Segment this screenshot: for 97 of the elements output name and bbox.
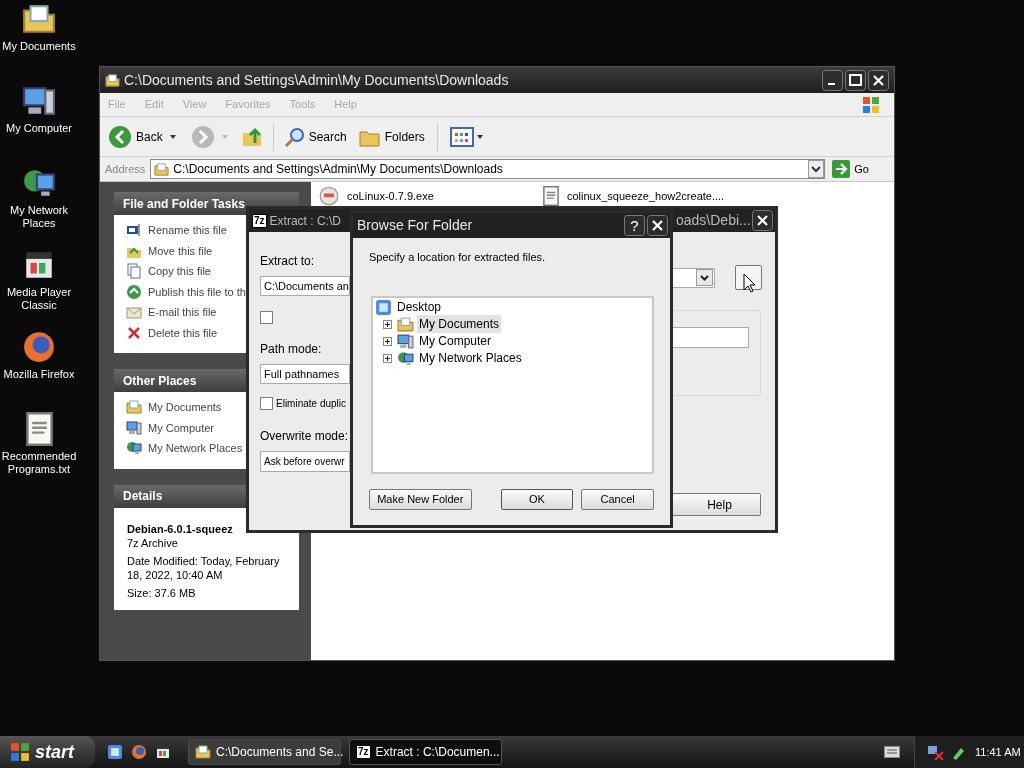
network-globe-icon	[397, 349, 414, 367]
computer-icon	[22, 84, 56, 118]
notepad-icon	[25, 412, 53, 446]
firefox-icon	[131, 744, 147, 760]
window-title: C:\Documents and Settings\Admin\My Documents\Downloads	[124, 70, 510, 90]
app-logo-icon: 7z	[252, 213, 267, 228]
taskbar-button[interactable]: 7z Extract : C:\Documen...	[349, 739, 502, 765]
tree-item[interactable]: Desktop	[395, 298, 444, 316]
file-name: Debian-6.0.1-squeez	[127, 521, 234, 536]
clapperboard-icon	[155, 744, 171, 760]
folder-up-icon[interactable]	[240, 125, 263, 148]
computer-icon	[397, 332, 414, 350]
field-label: Path mode:	[260, 341, 323, 358]
make-new-folder-button[interactable]: Make New Folder	[369, 488, 472, 510]
windows-logo-icon	[862, 95, 880, 114]
field-label: Extract to:	[260, 253, 316, 270]
task-link[interactable]: Copy this file	[148, 263, 211, 280]
cursor-icon	[743, 273, 757, 293]
close-icon[interactable]	[868, 69, 889, 91]
path-field[interactable]: C:\Documents an	[260, 276, 350, 296]
checkbox[interactable]	[260, 397, 273, 410]
date-modified: Date Modified: Today, February 18, 2022, 10:40 AM	[127, 553, 281, 582]
input-field[interactable]	[672, 327, 749, 348]
folder-icon	[105, 72, 120, 88]
dialog-title: Browse For Folder	[357, 216, 474, 235]
task-link[interactable]: E-mail this file	[148, 304, 217, 321]
desktop-icon-label[interactable]: Media Player Classic	[1, 286, 77, 312]
documents-folder-icon	[22, 2, 56, 36]
dropdown-caret-icon[interactable]	[168, 132, 177, 141]
checkbox[interactable]	[260, 311, 273, 324]
cancel-button[interactable]: Cancel	[581, 488, 654, 510]
path-mode-select[interactable]: Full pathnames	[260, 364, 350, 384]
documents-folder-icon	[397, 315, 414, 333]
search-button[interactable]: Search	[283, 125, 347, 148]
tree-item[interactable]: My Documents	[417, 315, 502, 333]
network-globe-icon	[126, 440, 142, 457]
app-logo-icon: 7z	[356, 745, 371, 759]
firefox-icon	[22, 330, 56, 364]
task-link[interactable]: My Computer	[148, 419, 215, 436]
clock: 11:41 AM	[975, 744, 1021, 760]
help-button[interactable]: Help	[672, 493, 761, 516]
maximize-icon[interactable]	[845, 69, 866, 91]
combo-field[interactable]	[672, 267, 715, 288]
instruction-text: Specify a location for extracted files.	[369, 250, 547, 265]
checkbox-label: Eliminate duplic	[276, 397, 347, 411]
documents-folder-icon	[126, 399, 142, 416]
go-button[interactable]: Go	[830, 160, 871, 178]
desktop-icon-label[interactable]: My Documents	[1, 40, 77, 53]
envelope-icon	[126, 304, 142, 321]
help-button[interactable]: ?	[624, 215, 645, 236]
dialog-title: oads\Debi...	[676, 211, 752, 230]
windows-logo-icon	[10, 742, 30, 762]
desktop-icon-label[interactable]: My Network Places	[1, 204, 77, 230]
rename-icon	[126, 222, 142, 239]
task-link[interactable]: My Documents	[148, 399, 222, 416]
task-link[interactable]: Publish this file to th	[148, 283, 246, 300]
keyboard-icon	[884, 746, 900, 758]
address-label: Address	[105, 161, 146, 177]
disc-icon	[319, 186, 339, 206]
file-name[interactable]: coLinux-0.7.9.exe	[347, 186, 434, 205]
start-button[interactable]: start	[0, 736, 95, 768]
expand-icon[interactable]	[383, 336, 392, 346]
views-icon[interactable]	[449, 125, 484, 148]
back-button[interactable]: Back	[108, 124, 163, 149]
dialog-title: Extract : C:\D	[269, 212, 341, 230]
address-field[interactable]: C:\Documents and Settings\Admin\My Documents\Downloads	[150, 159, 826, 179]
file-name[interactable]: colinux_squeeze_how2create....	[567, 186, 725, 205]
tree-item[interactable]: My Network Places	[417, 349, 524, 367]
copy-icon	[126, 263, 142, 280]
expand-icon[interactable]	[383, 319, 392, 329]
task-link[interactable]: Delete this file	[148, 324, 218, 341]
taskbar-button[interactable]: C:\Documents and Se...	[188, 739, 341, 765]
task-link[interactable]: My Network Places	[148, 440, 243, 457]
tree-item[interactable]: My Computer	[417, 332, 494, 350]
desktop-icon-label[interactable]: Mozilla Firefox	[1, 368, 77, 381]
close-icon[interactable]	[752, 210, 773, 231]
cross-icon	[126, 324, 142, 341]
desktop-icon	[375, 298, 392, 316]
folder-icon	[195, 744, 211, 760]
folders-button[interactable]: Folders	[358, 126, 425, 147]
desktop-icon	[107, 744, 123, 760]
desktop-icon-label[interactable]: My Computer	[1, 122, 77, 135]
file-size: Size: 37.6 MB	[127, 585, 197, 600]
file-type: 7z Archive	[127, 535, 179, 550]
task-link[interactable]: Rename this file	[148, 222, 227, 239]
search-icon	[283, 125, 306, 148]
network-icon[interactable]	[927, 744, 945, 760]
overwrite-select[interactable]: Ask before overwr	[260, 451, 350, 472]
close-icon[interactable]	[647, 215, 668, 236]
computer-icon	[126, 419, 142, 436]
minimize-icon[interactable]	[822, 69, 843, 91]
folder-icon	[154, 161, 170, 177]
expand-icon[interactable]	[383, 353, 392, 363]
task-link[interactable]: Move this file	[148, 242, 213, 259]
desktop-icon-label[interactable]: Recommended Programs.txt	[1, 450, 77, 476]
field-label: Overwrite mode:	[260, 428, 350, 445]
ok-button[interactable]: OK	[500, 488, 574, 510]
